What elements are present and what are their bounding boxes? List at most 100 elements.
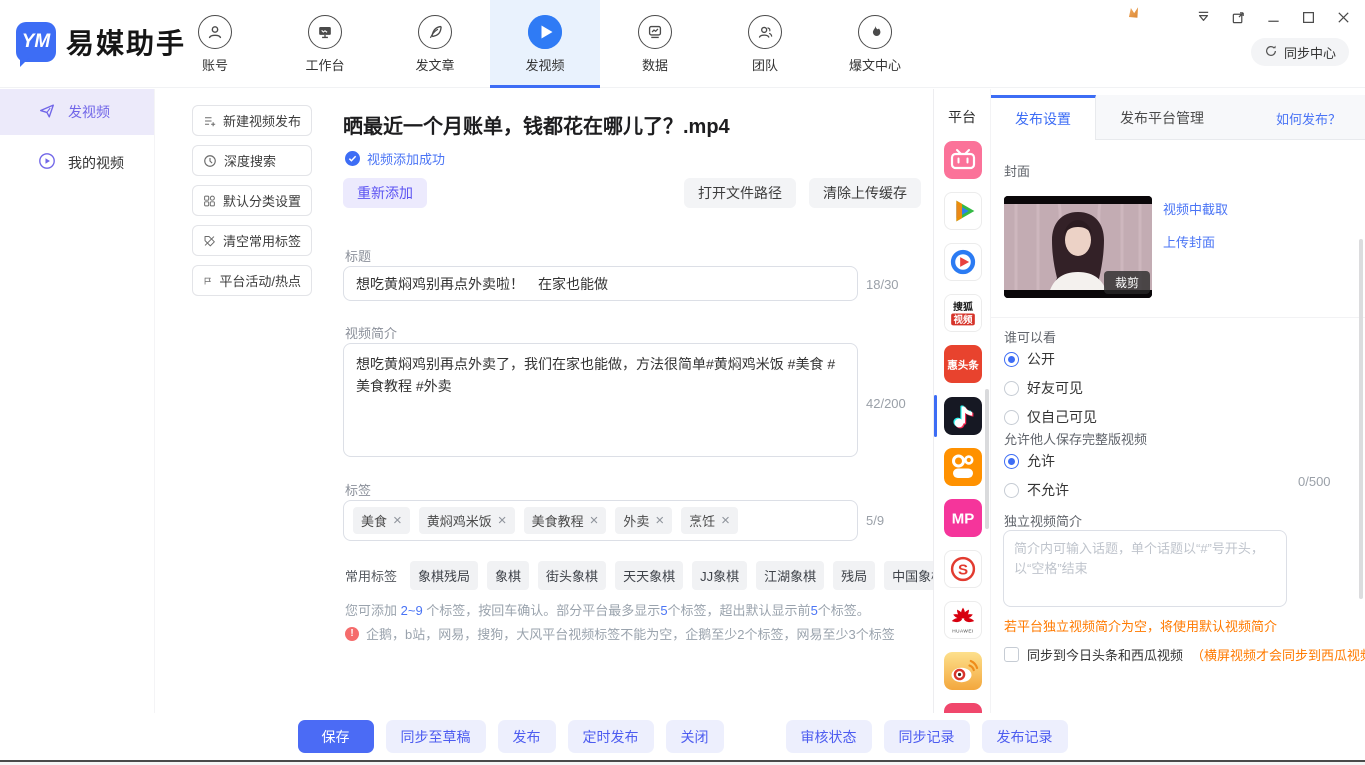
app-window: YM 易媒助手 账号 工作台 发文章: [0, 0, 1365, 765]
window-controls: [1196, 10, 1351, 25]
checkbox-icon[interactable]: [1004, 647, 1019, 662]
footer-button[interactable]: 同步至草稿: [386, 720, 486, 753]
footer-button[interactable]: 关闭: [666, 720, 724, 753]
visibility-radio-option[interactable]: 好友可见: [1004, 378, 1097, 398]
nav-item-account[interactable]: 账号: [160, 0, 270, 88]
visibility-radio-option[interactable]: 仅自己可见: [1004, 407, 1097, 427]
maximize-icon[interactable]: [1301, 10, 1316, 25]
platform-tencent-video-icon[interactable]: [944, 192, 982, 230]
common-tag-chip[interactable]: 天天象棋: [615, 561, 683, 590]
remove-tag-icon[interactable]: [498, 513, 507, 528]
how-to-publish-link[interactable]: 如何发布？: [1276, 109, 1341, 128]
upload-cover-link[interactable]: 上传封面: [1163, 232, 1215, 251]
nav-item-article[interactable]: 发文章: [380, 0, 490, 88]
platform-kuaishou-icon[interactable]: [944, 448, 982, 486]
tag-chip[interactable]: 外卖: [615, 507, 672, 534]
save-button[interactable]: 保存: [298, 720, 374, 753]
sidebar-item-publish-video[interactable]: 发视频: [0, 89, 154, 135]
remove-tag-icon[interactable]: [393, 513, 402, 528]
platform-meipai-icon[interactable]: MP: [944, 499, 982, 537]
allow-save-radio-group: 允许 不允许: [1004, 451, 1069, 500]
tab-platform-management[interactable]: 发布平台管理: [1096, 95, 1228, 140]
nav-item-team[interactable]: 团队: [710, 0, 820, 88]
visibility-radio-option[interactable]: 公开: [1004, 349, 1097, 369]
platform-activity-button[interactable]: 平台活动/热点: [192, 265, 312, 296]
svg-text:视频: 视频: [954, 314, 973, 326]
sync-center-button[interactable]: 同步中心: [1251, 38, 1349, 66]
deep-search-button[interactable]: 深度搜索: [192, 145, 312, 176]
sidebar-item-my-videos[interactable]: 我的视频: [0, 141, 154, 184]
common-tag-chip[interactable]: 街头象棋: [538, 561, 606, 590]
new-video-publish-button[interactable]: 新建视频发布: [192, 105, 312, 136]
common-tag-chip[interactable]: 象棋残局: [410, 561, 478, 590]
open-file-path-button[interactable]: 打开文件路径: [684, 178, 796, 208]
crop-cover-button[interactable]: 裁剪: [1104, 271, 1150, 294]
chart-icon: [638, 15, 672, 49]
independent-desc-note: 若平台独立视频简介为空，将使用默认视频简介: [1004, 616, 1277, 635]
tag-chip[interactable]: 美食: [353, 507, 410, 534]
remove-tag-icon[interactable]: [655, 513, 664, 528]
default-category-button[interactable]: 默认分类设置: [192, 185, 312, 216]
common-tag-chip[interactable]: 江湖象棋: [756, 561, 824, 590]
platform-bilibili-icon[interactable]: [944, 141, 982, 179]
panel-scrollbar[interactable]: [1359, 239, 1363, 599]
footer-button[interactable]: 发布: [498, 720, 556, 753]
allow-save-radio-option[interactable]: 不允许: [1004, 480, 1069, 500]
platform-huitoutiao-icon[interactable]: 惠头条: [944, 345, 982, 383]
clear-common-tags-button[interactable]: 清空常用标签: [192, 225, 312, 256]
feather-icon: [418, 15, 452, 49]
file-actions-row: 重新添加 打开文件路径 清除上传缓存: [343, 178, 921, 208]
platform-more-icon[interactable]: [944, 703, 982, 713]
svg-text:MP: MP: [952, 511, 975, 528]
top-nav: 账号 工作台 发文章 发视频: [160, 0, 930, 88]
popout-icon[interactable]: [1231, 10, 1246, 25]
team-icon: [748, 15, 782, 49]
success-check-icon: [345, 151, 360, 166]
footer-right-buttons: 审核状态同步记录发布记录: [786, 720, 1068, 753]
tag-chip[interactable]: 烹饪: [681, 507, 738, 534]
flame-icon: [858, 15, 892, 49]
cover-thumbnail[interactable]: 裁剪: [1004, 196, 1152, 298]
nav-item-hot-center[interactable]: 爆文中心: [820, 0, 930, 88]
platform-weibo-icon[interactable]: [944, 652, 982, 690]
platform-huawei-icon[interactable]: HUAWEI: [944, 601, 982, 639]
boss-key-icon[interactable]: [1196, 10, 1211, 25]
nav-item-publish-video[interactable]: 发视频: [490, 0, 600, 88]
footer-record-button[interactable]: 审核状态: [786, 720, 872, 753]
platform-scrollbar[interactable]: [985, 389, 989, 529]
close-icon[interactable]: [1336, 10, 1351, 25]
platform-douyin-icon[interactable]: [944, 397, 982, 435]
capture-from-video-link[interactable]: 视频中截取: [1163, 199, 1228, 218]
footer-record-button[interactable]: 发布记录: [982, 720, 1068, 753]
nav-item-workbench[interactable]: 工作台: [270, 0, 380, 88]
footer-record-button[interactable]: 同步记录: [884, 720, 970, 753]
app-logo-icon: YM: [16, 22, 56, 62]
platform-sohu-video-icon[interactable]: 搜狐视频: [944, 294, 982, 332]
platform-s-icon[interactable]: S: [944, 550, 982, 588]
remove-tag-icon[interactable]: [590, 513, 599, 528]
footer-button[interactable]: 定时发布: [568, 720, 654, 753]
tag-chip[interactable]: 黄焖鸡米饭: [419, 507, 515, 534]
readd-video-button[interactable]: 重新添加: [343, 178, 427, 208]
tray-app-icon[interactable]: [1127, 6, 1140, 19]
independent-desc-input[interactable]: [1003, 530, 1287, 607]
tags-input[interactable]: 美食 黄焖鸡米饭 美食教程 外卖 烹饪: [343, 500, 858, 541]
clear-upload-cache-button[interactable]: 清除上传缓存: [809, 178, 921, 208]
platform-column: 平台 搜狐视频 惠头条 MP S HUAWEI: [933, 89, 990, 713]
top-header: YM 易媒助手 账号 工作台 发文章: [0, 0, 1365, 88]
title-input[interactable]: [343, 266, 858, 301]
common-tag-chip[interactable]: 象棋: [487, 561, 529, 590]
common-tag-chip[interactable]: JJ象棋: [692, 561, 747, 590]
nav-item-data[interactable]: 数据: [600, 0, 710, 88]
common-tag-chip[interactable]: 残局: [833, 561, 875, 590]
remove-tag-icon[interactable]: [721, 513, 730, 528]
minimize-icon[interactable]: [1266, 10, 1281, 25]
allow-save-radio-option[interactable]: 允许: [1004, 451, 1069, 471]
tab-publish-settings[interactable]: 发布设置: [991, 95, 1096, 140]
panel-separator: [991, 317, 1365, 318]
description-counter: 42/200: [866, 396, 906, 411]
sync-toutiao-checkbox-row[interactable]: 同步到今日头条和西瓜视频（横屏视频才会同步到西瓜视频）: [1004, 645, 1365, 664]
tag-chip[interactable]: 美食教程: [524, 507, 607, 534]
platform-haokan-video-icon[interactable]: [944, 243, 982, 281]
description-input[interactable]: 想吃黄焖鸡别再点外卖了，我们在家也能做，方法很简单#黄焖鸡米饭 #美食 #美食教…: [343, 343, 858, 457]
